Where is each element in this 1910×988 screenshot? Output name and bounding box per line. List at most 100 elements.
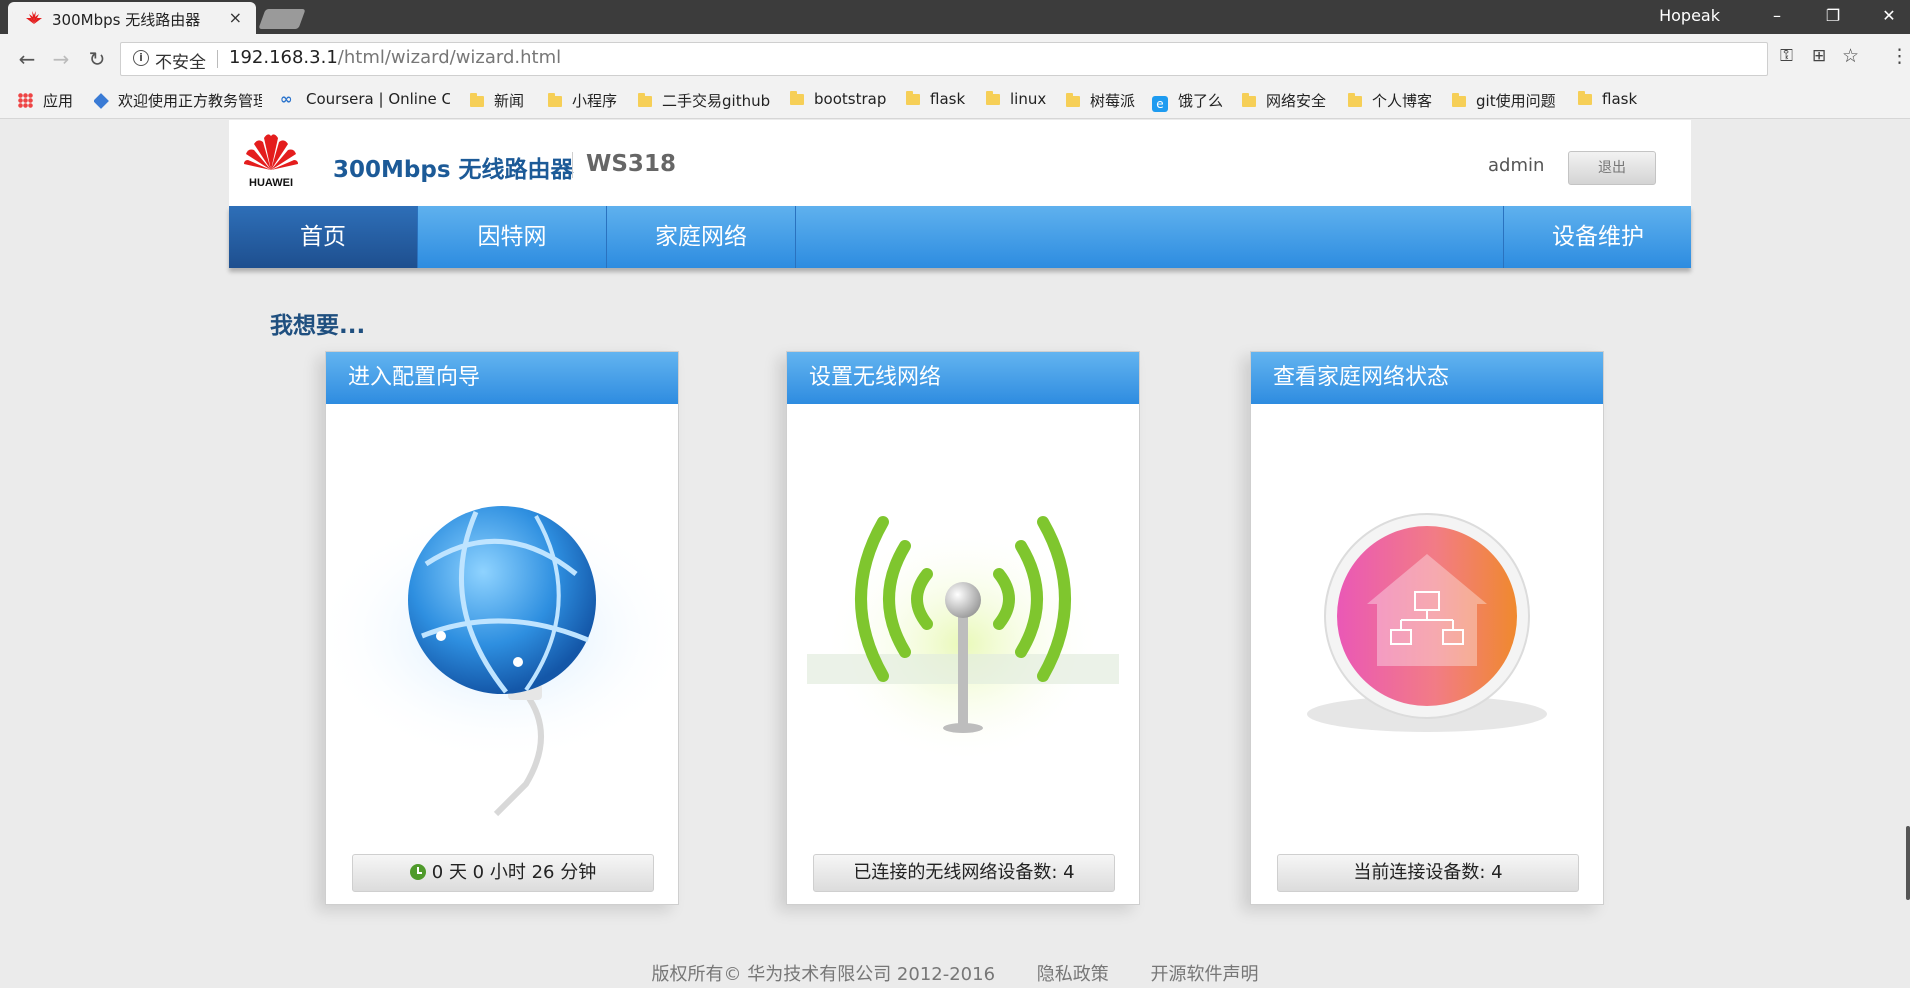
home-network-icon[interactable] [1251,404,1603,834]
bookmark-git[interactable]: git使用问题 [1452,90,1556,111]
uptime-text: 0 天 0 小时 26 分钟 [431,862,597,883]
bookmark-star-icon[interactable]: ☆ [1842,45,1859,67]
brand-wordmark: HUAWEI [249,177,293,189]
bookmark-label: 欢迎使用正方教务管理 [118,92,262,110]
bookmark-label: 个人博客 [1372,92,1433,110]
bookmark-coursera[interactable]: ∞ Coursera | Online C [280,90,450,108]
wifi-antenna-icon[interactable] [787,404,1139,834]
main-nav: 首页 因特网 家庭网络 设备维护 [229,206,1691,268]
site-icon [94,93,109,109]
bookmark-jiaowu[interactable]: 欢迎使用正方教务管理 [94,90,262,111]
browser-title-bar: 300Mbps 无线路由器 × Hopeak – ❐ ✕ [0,0,1910,34]
coursera-icon: ∞ [280,90,293,108]
privacy-link[interactable]: 隐私政策 [1037,964,1109,985]
wireless-device-count: 已连接的无线网络设备数: 4 [813,854,1115,892]
folder-icon [1452,93,1466,107]
bookmark-netsec[interactable]: 网络安全 [1242,90,1326,111]
eleme-icon: e [1152,96,1168,112]
bookmark-label: linux [1010,90,1047,108]
nav-home[interactable]: 首页 [229,206,418,268]
translate-icon[interactable]: ⊞ [1812,46,1826,66]
bookmark-linux[interactable]: linux [986,90,1046,108]
bookmark-secondhand[interactable]: 二手交易github [638,90,770,111]
profile-name[interactable]: Hopeak [1659,6,1720,25]
bookmark-flask[interactable]: flask [906,90,965,108]
copyright-text: 版权所有© 华为技术有限公司 2012-2016 [651,964,996,985]
card-title[interactable]: 进入配置向导 [326,352,678,404]
wireless-card[interactable]: 设置无线网络 已连接的无线网络设备数: 4 [786,351,1140,905]
folder-icon [548,93,562,107]
key-icon[interactable]: ⚿ [1780,46,1793,66]
home-network-card[interactable]: 查看家庭网络状态 当前连接设备数: 4 [1250,351,1604,905]
open-source-link[interactable]: 开源软件声明 [1151,964,1259,985]
bookmark-label: bootstrap [814,90,887,108]
globe-icon[interactable] [326,404,678,834]
connected-device-count: 当前连接设备数: 4 [1277,854,1579,892]
bookmark-label: 小程序 [572,92,618,110]
bookmark-label: 二手交易github [662,92,771,110]
bookmark-raspberry[interactable]: 树莓派 [1066,90,1135,111]
folder-icon [470,93,484,107]
tab-title: 300Mbps 无线路由器 [52,11,201,29]
new-tab-button[interactable] [258,9,306,29]
folder-icon [906,91,920,105]
page-footer: 版权所有© 华为技术有限公司 2012-2016 隐私政策 开源软件声明 [0,960,1910,986]
header-divider [572,152,573,178]
bookmark-apps[interactable]: 应用 [18,90,73,111]
bookmark-label: 网络安全 [1266,92,1327,110]
close-window-icon[interactable]: ✕ [1874,4,1904,28]
folder-icon [986,91,1000,105]
bookmark-label: 应用 [43,92,74,110]
username: admin [1488,155,1545,176]
address-divider [217,50,218,68]
logout-button[interactable]: 退出 [1568,151,1656,185]
apps-grid-icon [18,93,33,108]
nav-maintenance[interactable]: 设备维护 [1503,206,1692,268]
nav-internet[interactable]: 因特网 [418,206,607,268]
section-title: 我想要... [270,313,366,339]
bookmark-blog[interactable]: 个人博客 [1348,90,1432,111]
huawei-favicon-icon [26,11,42,24]
scrollbar-thumb[interactable] [1906,826,1910,900]
info-icon[interactable]: i [133,50,149,66]
bookmark-label: 新闻 [494,92,525,110]
folder-icon [1348,93,1362,107]
nav-home-network[interactable]: 家庭网络 [607,206,796,268]
folder-icon [1066,93,1080,107]
bookmark-label: 饿了么 [1178,92,1224,110]
address-bar[interactable]: i 不安全 192.168.3.1/html/wizard/wizard.htm… [120,42,1768,76]
bookmark-label: 树莓派 [1090,92,1136,110]
folder-icon [638,93,652,107]
huawei-logo: HUAWEI [244,134,298,189]
address-url[interactable]: 192.168.3.1/html/wizard/wizard.html [229,47,561,68]
restore-icon[interactable]: ❐ [1818,4,1848,28]
folder-icon [790,91,804,105]
tab-close-icon[interactable]: × [229,8,242,27]
bookmark-eleme[interactable]: e 饿了么 [1152,90,1223,112]
model-number: WS318 [586,151,676,177]
browser-tab[interactable]: 300Mbps 无线路由器 × [8,2,256,34]
folder-icon [1578,91,1592,105]
folder-icon [1242,93,1256,107]
bookmark-label: flask [930,90,966,108]
bookmark-label: Coursera | Online C [306,90,450,108]
card-title[interactable]: 设置无线网络 [787,352,1139,404]
product-name: 300Mbps 无线路由器 [333,157,574,183]
forward-arrow-icon[interactable]: → [46,44,76,74]
bookmark-news[interactable]: 新闻 [470,90,524,111]
clock-icon [409,864,426,880]
wizard-card[interactable]: 进入配置向导 0 天 0 小时 26 分钟 [325,351,679,905]
bookmark-label: flask [1602,90,1638,108]
reload-icon[interactable]: ↻ [82,44,112,74]
bookmark-flask-2[interactable]: flask [1578,90,1637,108]
uptime-status: 0 天 0 小时 26 分钟 [352,854,654,892]
minimize-icon[interactable]: – [1762,4,1792,28]
url-host: 192.168.3.1 [229,47,338,68]
back-arrow-icon[interactable]: ← [12,44,42,74]
bookmark-bootstrap[interactable]: bootstrap [790,90,886,108]
bookmark-label: git使用问题 [1476,92,1556,110]
bookmark-miniprogram[interactable]: 小程序 [548,90,617,111]
security-label[interactable]: 不安全 [155,48,206,73]
menu-icon[interactable]: ⋮ [1890,45,1909,67]
card-title[interactable]: 查看家庭网络状态 [1251,352,1603,404]
